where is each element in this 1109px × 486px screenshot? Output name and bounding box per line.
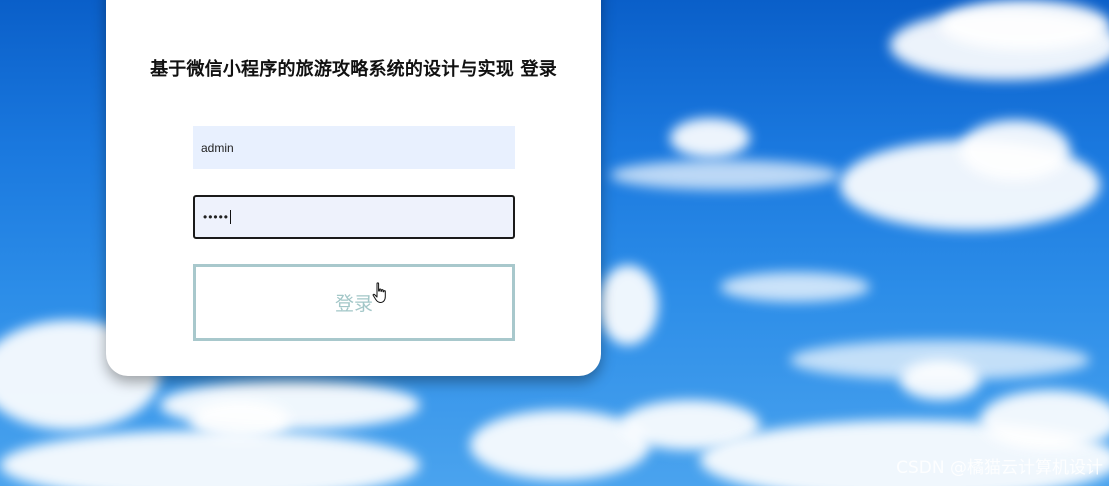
cloud [980, 390, 1109, 450]
cloud [720, 272, 870, 302]
cloud [0, 430, 420, 486]
cloud [598, 265, 658, 345]
cloud [900, 360, 980, 400]
page-title: 基于微信小程序的旅游攻略系统的设计与实现 登录 [150, 59, 557, 80]
cloud [940, 0, 1109, 50]
login-button-label: 登录 [334, 293, 373, 315]
watermark: CSDN @橘猫云计算机设计 [896, 458, 1103, 478]
password-value: ••••• [203, 210, 230, 224]
username-value: admin [201, 140, 234, 155]
password-input[interactable]: ••••• [193, 195, 515, 239]
cloud [610, 160, 840, 190]
hand-pointer-icon [372, 282, 386, 303]
text-caret [230, 210, 232, 224]
login-card: 基于微信小程序的旅游攻略系统的设计与实现 登录 admin ••••• 登录 [106, 0, 601, 376]
login-button[interactable]: 登录 [193, 264, 515, 341]
username-input[interactable]: admin [193, 126, 515, 169]
cloud [960, 120, 1070, 180]
cloud [670, 118, 750, 158]
